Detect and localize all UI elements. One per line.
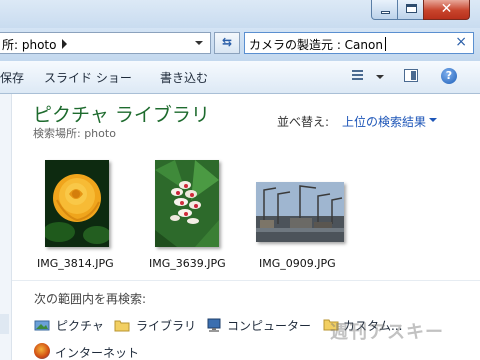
thumbnail-flowers[interactable] bbox=[155, 160, 219, 247]
save-button[interactable]: 保存 bbox=[0, 69, 24, 86]
search-query: カメラの製造元 : Canon bbox=[249, 36, 386, 53]
search-location: 検索場所: photo bbox=[33, 127, 116, 140]
refresh-icon: ⇆ bbox=[221, 35, 233, 49]
computer-icon[interactable] bbox=[206, 317, 222, 332]
text-caret bbox=[384, 37, 386, 51]
view-dropdown-icon[interactable] bbox=[376, 75, 384, 79]
firefox-icon[interactable] bbox=[34, 343, 50, 359]
address-dropdown-button[interactable] bbox=[189, 33, 209, 53]
explorer-window: ✕ 所: photo ⇆ カメラの製造元 : Canon × 保存 スライド シ… bbox=[0, 0, 480, 360]
navigation-pane[interactable] bbox=[0, 94, 12, 360]
flowers-image bbox=[155, 160, 219, 247]
close-button[interactable]: ✕ bbox=[423, 0, 470, 20]
help-icon[interactable]: ? bbox=[441, 68, 457, 84]
sort-chevron-icon[interactable] bbox=[429, 118, 437, 122]
chevron-down-icon bbox=[195, 41, 203, 45]
title-bar: ✕ bbox=[0, 0, 480, 28]
toolbar: 保存 スライド ショー 書き込む ? bbox=[0, 61, 480, 94]
sort-dropdown[interactable]: 上位の検索結果 bbox=[342, 113, 426, 130]
search-location-libraries[interactable]: ライブラリ bbox=[136, 317, 196, 334]
minimize-icon bbox=[381, 11, 390, 14]
search-location-pictures[interactable]: ピクチャ bbox=[56, 317, 104, 334]
cranes-image bbox=[256, 182, 344, 242]
search-location-internet[interactable]: インターネット bbox=[55, 344, 139, 360]
refresh-button[interactable]: ⇆ bbox=[214, 32, 240, 54]
search-again-heading: 次の範囲内を再検索: bbox=[34, 292, 147, 306]
sort-label: 並べ替え: bbox=[277, 115, 330, 129]
search-location-computer[interactable]: コンピューター bbox=[227, 317, 311, 334]
burn-button[interactable]: 書き込む bbox=[160, 69, 208, 86]
maximize-icon bbox=[406, 4, 417, 13]
address-bar[interactable]: 所: photo bbox=[0, 32, 211, 54]
address-row: 所: photo ⇆ カメラの製造元 : Canon × bbox=[0, 28, 480, 61]
file-name[interactable]: IMG_3639.JPG bbox=[149, 257, 226, 270]
close-icon: ✕ bbox=[440, 1, 453, 17]
file-name[interactable]: IMG_3814.JPG bbox=[37, 257, 114, 270]
view-options-icon[interactable] bbox=[351, 69, 364, 82]
breadcrumb-arrow-icon[interactable] bbox=[62, 39, 67, 49]
minimize-button[interactable] bbox=[371, 0, 398, 20]
thumbnail-cranes[interactable] bbox=[256, 182, 344, 242]
address-path: 所: photo bbox=[2, 38, 57, 52]
pictures-icon[interactable] bbox=[34, 317, 50, 331]
preview-pane-icon[interactable] bbox=[404, 69, 418, 82]
thumbnail-rose[interactable] bbox=[45, 160, 109, 247]
nav-selected-item[interactable] bbox=[0, 314, 9, 334]
divider bbox=[12, 280, 480, 281]
folder-icon[interactable] bbox=[114, 317, 130, 332]
maximize-button[interactable] bbox=[397, 0, 424, 20]
library-title: ピクチャ ライブラリ bbox=[33, 104, 210, 126]
search-input[interactable]: カメラの製造元 : Canon × bbox=[244, 32, 474, 54]
file-name[interactable]: IMG_0909.JPG bbox=[259, 257, 336, 270]
slideshow-button[interactable]: スライド ショー bbox=[44, 69, 132, 86]
watermark-logo: 週刊アスキー bbox=[330, 322, 444, 343]
clear-search-icon[interactable]: × bbox=[455, 34, 467, 50]
rose-image bbox=[45, 160, 109, 247]
search-query-text: カメラの製造元 : Canon bbox=[249, 38, 383, 52]
